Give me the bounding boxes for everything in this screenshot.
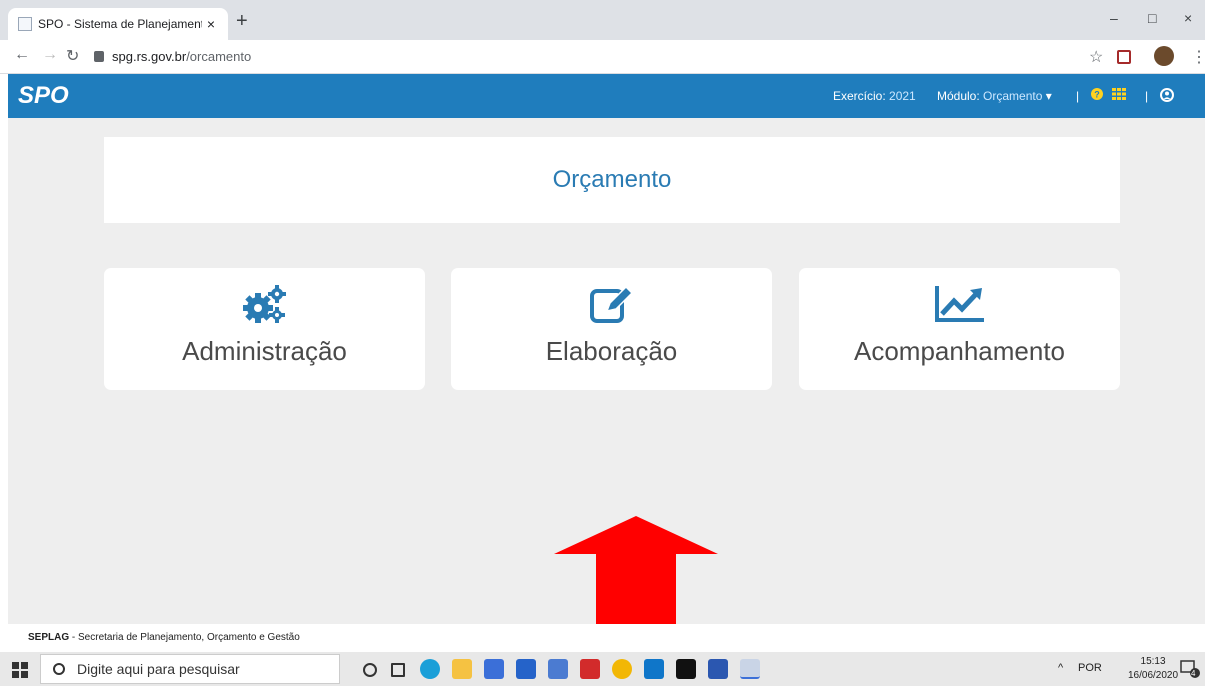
search-placeholder: Digite aqui para pesquisar bbox=[77, 661, 240, 677]
windows-taskbar: Digite aqui para pesquisar ^ POR 15:13 1… bbox=[0, 652, 1205, 686]
windows-start-icon[interactable] bbox=[12, 662, 28, 678]
extension-icon[interactable] bbox=[1117, 50, 1131, 64]
card-label: Acompanhamento bbox=[853, 336, 1066, 366]
browser-toolbar: ← → ↻ spg.rs.gov.br/orcamento ☆ ⋮ bbox=[0, 40, 1205, 74]
notification-icon[interactable] bbox=[1180, 660, 1200, 681]
user-icon[interactable] bbox=[1160, 88, 1174, 105]
spo-logo[interactable]: SPO bbox=[18, 82, 69, 110]
reload-icon[interactable]: ↻ bbox=[66, 46, 79, 66]
edit-icon bbox=[451, 282, 772, 326]
mail-icon[interactable] bbox=[644, 659, 664, 679]
notification-count: 4 bbox=[1191, 669, 1196, 678]
exercicio-value: 2021 bbox=[889, 89, 916, 103]
forward-arrow-icon[interactable]: → bbox=[42, 46, 58, 64]
svg-text:?: ? bbox=[1094, 90, 1100, 100]
modulo-dropdown[interactable]: Módulo: Orçamento ▾ bbox=[937, 89, 1052, 103]
restore-button[interactable]: □ bbox=[1148, 10, 1156, 26]
new-tab-button[interactable]: + bbox=[236, 10, 248, 33]
apps-grid-icon[interactable] bbox=[1112, 88, 1126, 103]
bookmark-star-icon[interactable]: ☆ bbox=[1089, 47, 1103, 67]
taskbar-search[interactable]: Digite aqui para pesquisar bbox=[40, 654, 340, 684]
footer-text: - Secretaria de Planejamento, Orçamento … bbox=[69, 632, 300, 643]
acrobat-icon[interactable] bbox=[580, 659, 600, 679]
tab-close-icon[interactable]: × bbox=[202, 16, 220, 32]
search-icon bbox=[53, 663, 65, 675]
exercicio-label: Exercício: bbox=[833, 89, 886, 103]
taskbar-clock[interactable]: 15:13 16/06/2020 bbox=[1128, 655, 1178, 683]
clock-time: 15:13 bbox=[1140, 656, 1166, 667]
word-icon[interactable] bbox=[708, 659, 728, 679]
lock-icon bbox=[94, 51, 104, 62]
url-path: /orcamento bbox=[186, 49, 252, 64]
clock-date: 16/06/2020 bbox=[1128, 670, 1179, 681]
help-icon[interactable]: ? bbox=[1091, 88, 1103, 103]
app-navbar: SPO Exercício: 2021 Módulo: Orçamento ▾ … bbox=[8, 74, 1205, 118]
caret-down-icon: ▾ bbox=[1045, 89, 1052, 103]
separator: | bbox=[1145, 89, 1149, 103]
card-elaboracao[interactable]: Elaboração bbox=[451, 268, 772, 390]
file-explorer-icon[interactable] bbox=[452, 659, 472, 679]
modulo-value: Orçamento bbox=[983, 89, 1043, 103]
main-content: Orçamento Administração Elaboração Acomp… bbox=[8, 118, 1205, 666]
card-acompanhamento[interactable]: Acompanhamento bbox=[799, 268, 1120, 390]
chrome-active-icon[interactable] bbox=[740, 659, 760, 679]
footer: SEPLAG - Secretaria de Planejamento, Orç… bbox=[8, 624, 1205, 652]
close-window-button[interactable]: × bbox=[1184, 10, 1192, 26]
footer-org: SEPLAG bbox=[28, 632, 70, 643]
back-arrow-icon[interactable]: ← bbox=[14, 46, 30, 64]
chrome-icon[interactable] bbox=[612, 659, 632, 679]
language-indicator[interactable]: POR bbox=[1078, 662, 1102, 674]
card-administracao[interactable]: Administração bbox=[104, 268, 425, 390]
netflix-icon[interactable] bbox=[676, 659, 696, 679]
address-bar[interactable]: spg.rs.gov.br/orcamento bbox=[112, 49, 251, 64]
card-label: Elaboração bbox=[545, 336, 678, 366]
modulo-label: Módulo: bbox=[937, 89, 980, 103]
store-icon[interactable] bbox=[484, 659, 504, 679]
gears-icon bbox=[104, 282, 425, 326]
url-host: spg.rs.gov.br bbox=[112, 49, 187, 64]
app-icon[interactable] bbox=[516, 659, 536, 679]
edge-icon[interactable] bbox=[420, 659, 440, 679]
tray-chevron-icon[interactable]: ^ bbox=[1058, 662, 1063, 674]
browser-tab[interactable]: SPO - Sistema de Planejamento e × bbox=[8, 8, 228, 40]
line-chart-icon bbox=[799, 282, 1120, 326]
minimize-button[interactable]: – bbox=[1110, 10, 1118, 26]
tab-title: SPO - Sistema de Planejamento e bbox=[38, 17, 202, 31]
exercicio-selector[interactable]: Exercício: 2021 bbox=[833, 89, 916, 103]
page-title: Orçamento bbox=[104, 137, 1120, 223]
task-view-icon[interactable] bbox=[391, 663, 405, 677]
separator: | bbox=[1076, 89, 1080, 103]
photos-icon[interactable] bbox=[548, 659, 568, 679]
menu-kebab-icon[interactable]: ⋮ bbox=[1191, 47, 1205, 67]
cortana-icon[interactable] bbox=[363, 663, 377, 677]
card-label: Administração bbox=[182, 336, 347, 366]
avatar[interactable] bbox=[1154, 46, 1174, 66]
page-favicon-icon bbox=[18, 17, 32, 31]
browser-tabstrip: SPO - Sistema de Planejamento e × + – □ … bbox=[0, 0, 1205, 40]
